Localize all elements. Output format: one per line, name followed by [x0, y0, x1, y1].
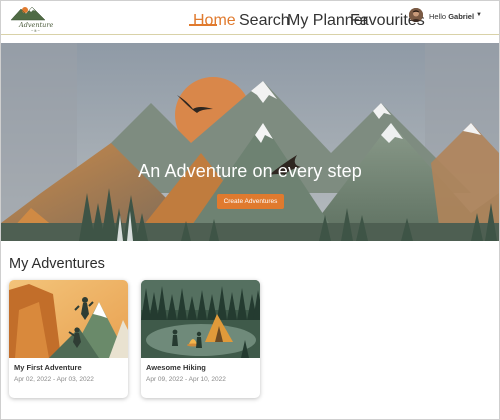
climbers-image [9, 280, 128, 358]
card-title: My First Adventure [14, 363, 82, 372]
top-navbar: Adventure ~ it ~ Home Search My Planner … [1, 1, 499, 35]
hero-banner: An Adventure on every step Create Advent… [1, 43, 499, 241]
card-dates: Apr 02, 2022 - Apr 03, 2022 [14, 376, 94, 383]
adventure-card[interactable]: My First Adventure Apr 02, 2022 - Apr 03… [9, 280, 128, 398]
mountain-landscape-illustration [1, 43, 499, 241]
app-window: Adventure ~ it ~ Home Search My Planner … [0, 0, 500, 420]
user-name: Gabriel [448, 12, 475, 21]
hero-title: An Adventure on every step [138, 161, 362, 181]
user-greeting[interactable]: Hello Gabriel [429, 12, 474, 21]
greeting-text: Hello [429, 12, 447, 21]
section-title: My Adventures [9, 256, 105, 272]
card-dates: Apr 09, 2022 - Apr 10, 2022 [146, 376, 226, 383]
user-photo-icon [409, 8, 423, 22]
logo-subtext: ~ it ~ [31, 28, 40, 33]
user-avatar[interactable] [409, 8, 423, 22]
nav-search[interactable]: Search [239, 12, 290, 30]
camping-image [141, 280, 260, 358]
create-adventures-button[interactable]: Create Adventures [217, 194, 284, 209]
nav-home[interactable]: Home [193, 12, 236, 30]
nav-active-indicator [189, 24, 217, 26]
climbers-illustration [9, 280, 128, 358]
card-title: Awesome Hiking [146, 363, 206, 372]
chevron-down-icon[interactable]: ▼ [476, 12, 482, 18]
camping-illustration [141, 280, 260, 358]
app-logo[interactable]: Adventure ~ it ~ [9, 4, 53, 33]
adventure-card[interactable]: Awesome Hiking Apr 09, 2022 - Apr 10, 20… [141, 280, 260, 398]
